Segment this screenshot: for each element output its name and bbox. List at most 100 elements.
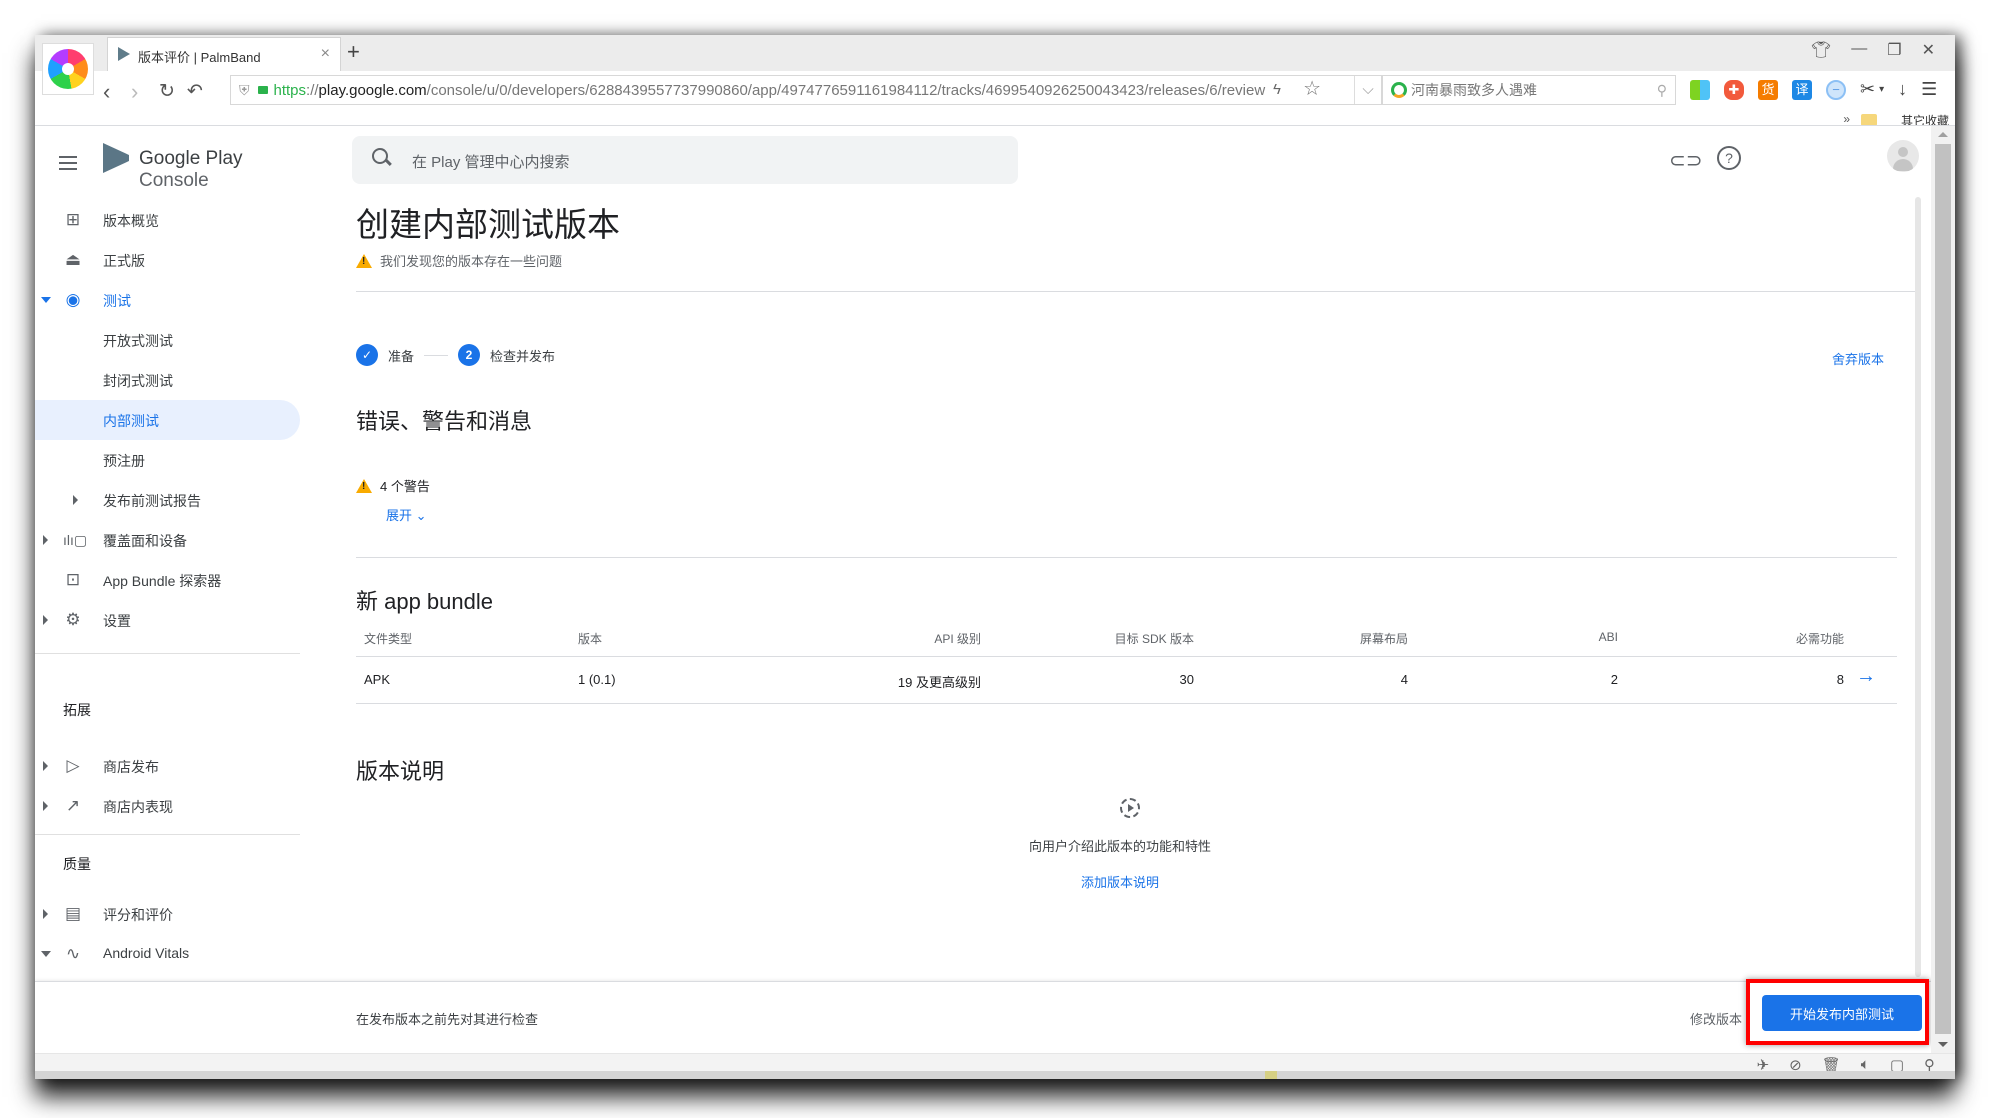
bookmark-star-icon[interactable]: ☆ <box>1303 76 1321 103</box>
taskbar-indicator <box>1265 1071 1277 1079</box>
testing-icon: ◉ <box>65 290 81 309</box>
column-header: 屏幕布局 <box>1359 632 1408 646</box>
sidebar-item-production[interactable]: ⏏ 正式版 <box>35 240 300 280</box>
cell-file-type: APK <box>364 672 391 687</box>
cell-target-sdk: 30 <box>1179 672 1194 687</box>
browser-search-text: 河南暴雨致多人遇难 <box>1411 82 1537 98</box>
lightning-icon[interactable]: ϟ <box>1273 76 1281 104</box>
new-tab-button[interactable]: + <box>347 39 360 65</box>
dashboard-icon: ⊞ <box>65 210 81 229</box>
sidebar-item-android-vitals[interactable]: ∿ Android Vitals <box>35 934 300 974</box>
review-footer: 在发布版本之前先对其进行检查 修改版本 开始发布内部测试 <box>35 979 1935 1054</box>
browser-tab[interactable]: 版本评价 | PalmBand × <box>107 37 341 72</box>
scroll-up-icon[interactable] <box>1938 132 1948 137</box>
collapse-arrow-icon[interactable] <box>41 297 51 303</box>
sidebar-item-settings[interactable]: ⚙ 设置 <box>35 600 300 640</box>
link-icon[interactable]: ⊂⊃ <box>1669 148 1703 173</box>
reload-icon[interactable]: ↻ <box>159 80 175 103</box>
column-header: 目标 SDK 版本 <box>1114 632 1194 646</box>
sidebar-item-closed-testing[interactable]: 封闭式测试 <box>35 360 300 400</box>
url-dropdown-icon[interactable]: ⌵ <box>1354 76 1381 104</box>
sidebar-item-reach-devices[interactable]: ılı▢ 覆盖面和设备 <box>35 520 300 560</box>
sidebar-divider <box>35 834 300 835</box>
sidebar-item-ratings-reviews[interactable]: ▤ 评分和评价 <box>35 894 300 934</box>
expand-arrow-icon[interactable] <box>43 615 48 625</box>
url-host: play.google.com <box>318 82 427 99</box>
cell-abi: 2 <box>1610 672 1618 687</box>
cell-version: 1 (0.1) <box>578 672 616 687</box>
expand-arrow-icon[interactable] <box>43 535 48 545</box>
browser-search-box[interactable]: 河南暴雨致多人遇难 ⚲ <box>1382 75 1676 105</box>
arrow-right-icon[interactable]: → <box>1856 665 1876 688</box>
expand-arrow-icon[interactable] <box>43 909 48 919</box>
warning-icon <box>356 479 372 493</box>
skin-icon[interactable]: 👕︎ <box>1811 40 1831 60</box>
play-console-favicon-icon <box>118 47 130 61</box>
minimize-icon[interactable]: — <box>1851 40 1867 60</box>
console-search-bar[interactable]: 在 Play 管理中心内搜索 <box>352 136 1018 184</box>
expand-arrow-icon[interactable] <box>43 761 48 771</box>
sidebar-item-release-overview[interactable]: ⊞ 版本概览 <box>35 200 300 240</box>
translate-icon[interactable]: 译 <box>1792 79 1812 100</box>
back-icon[interactable]: ‹ <box>103 79 110 105</box>
game-icon[interactable]: ✚ <box>1724 79 1744 100</box>
forward-icon[interactable]: › <box>131 79 138 105</box>
undo-icon[interactable]: ↶ <box>187 80 203 103</box>
bookmarks-more-icon[interactable]: » <box>1843 112 1850 126</box>
sidebar-item-store-performance[interactable]: ↗ 商店内表现 <box>35 786 300 826</box>
expand-arrow-icon[interactable] <box>73 495 78 505</box>
lock-icon <box>257 86 268 94</box>
column-header: 版本 <box>578 632 603 646</box>
release-stepper: ✓ 准备 2 检查并发布 <box>356 344 555 366</box>
collapse-arrow-icon[interactable] <box>41 951 51 957</box>
sidebar-item-app-bundle-explorer[interactable]: ⊡ App Bundle 探索器 <box>35 560 300 600</box>
tab-title: 版本评价 | PalmBand <box>138 50 261 65</box>
step-done-check-icon: ✓ <box>356 344 378 366</box>
sidebar: Google Play Console ⊞ 版本概览 ⏏ 正式版 ◉ 测试 开放… <box>35 126 305 1053</box>
help-icon[interactable]: ? <box>1717 146 1741 170</box>
account-avatar[interactable] <box>1887 140 1919 172</box>
play-console-page: Google Play Console ⊞ 版本概览 ⏏ 正式版 ◉ 测试 开放… <box>35 125 1955 1054</box>
sidebar-item-open-testing[interactable]: 开放式测试 <box>35 320 300 360</box>
expand-warnings-button[interactable]: 展开 ⌄ <box>386 505 427 524</box>
scrollbar-thumb[interactable] <box>1935 144 1951 1034</box>
store-presence-icon: ▷ <box>66 756 80 775</box>
sidebar-item-internal-testing[interactable]: 内部测试 <box>35 400 300 440</box>
browser-logo[interactable] <box>42 43 94 95</box>
step-review-label: 检查并发布 <box>490 348 556 364</box>
close-icon[interactable]: ✕ <box>1922 40 1935 60</box>
download-icon[interactable]: ↓ <box>1898 79 1907 100</box>
edit-release-button[interactable]: 修改版本 <box>1690 1009 1742 1028</box>
hamburger-menu-icon[interactable] <box>59 156 77 170</box>
sidebar-item-store-presence[interactable]: ▷ 商店发布 <box>35 746 300 786</box>
expand-arrow-icon[interactable] <box>43 801 48 811</box>
shopping-icon[interactable]: 货 <box>1758 79 1778 100</box>
table-row[interactable]: APK 1 (0.1) 19 及更高级别 30 4 2 8 → <box>356 657 1897 704</box>
search-icon <box>372 148 388 164</box>
search-icon[interactable]: ⚲ <box>1657 76 1667 104</box>
discard-release-link[interactable]: 舍弃版本 <box>1832 349 1884 368</box>
brand-name[interactable]: Google Play Console <box>139 148 305 192</box>
scroll-down-icon[interactable] <box>1938 1042 1948 1047</box>
sidebar-item-testing[interactable]: ◉ 测试 <box>35 280 300 320</box>
url-path: /console/u/0/developers/6288439557737990… <box>426 82 1266 99</box>
menu-icon[interactable]: ☰ <box>1921 79 1937 100</box>
scissors-dropdown-icon[interactable]: ▾ <box>1879 84 1884 95</box>
scissors-icon[interactable]: ✂ <box>1860 79 1875 100</box>
start-rollout-button[interactable]: 开始发布内部测试 <box>1762 995 1922 1031</box>
add-release-notes-link[interactable]: 添加版本说明 <box>35 872 1955 891</box>
cell-required-features: 8 <box>1836 672 1844 687</box>
maximize-icon[interactable]: ❐ <box>1887 40 1901 60</box>
sidebar-item-pre-launch-report[interactable]: 发布前测试报告 <box>35 480 300 520</box>
step-prepare-label[interactable]: 准备 <box>388 346 414 365</box>
block-icon[interactable]: − <box>1826 79 1846 100</box>
sidebar-item-pre-registration[interactable]: 预注册 <box>35 440 300 480</box>
content-scrollbar[interactable] <box>1915 197 1921 977</box>
tab-close-icon[interactable]: × <box>321 45 330 63</box>
page-scrollbar[interactable] <box>1931 126 1955 1053</box>
step-number-badge: 2 <box>458 344 481 366</box>
taskbar-strip <box>35 1071 1955 1079</box>
column-header: 文件类型 <box>364 632 413 646</box>
address-bar[interactable]: ⛨ https://play.google.com/console/u/0/dev… <box>230 75 1382 105</box>
apps-icon[interactable] <box>1690 79 1710 100</box>
